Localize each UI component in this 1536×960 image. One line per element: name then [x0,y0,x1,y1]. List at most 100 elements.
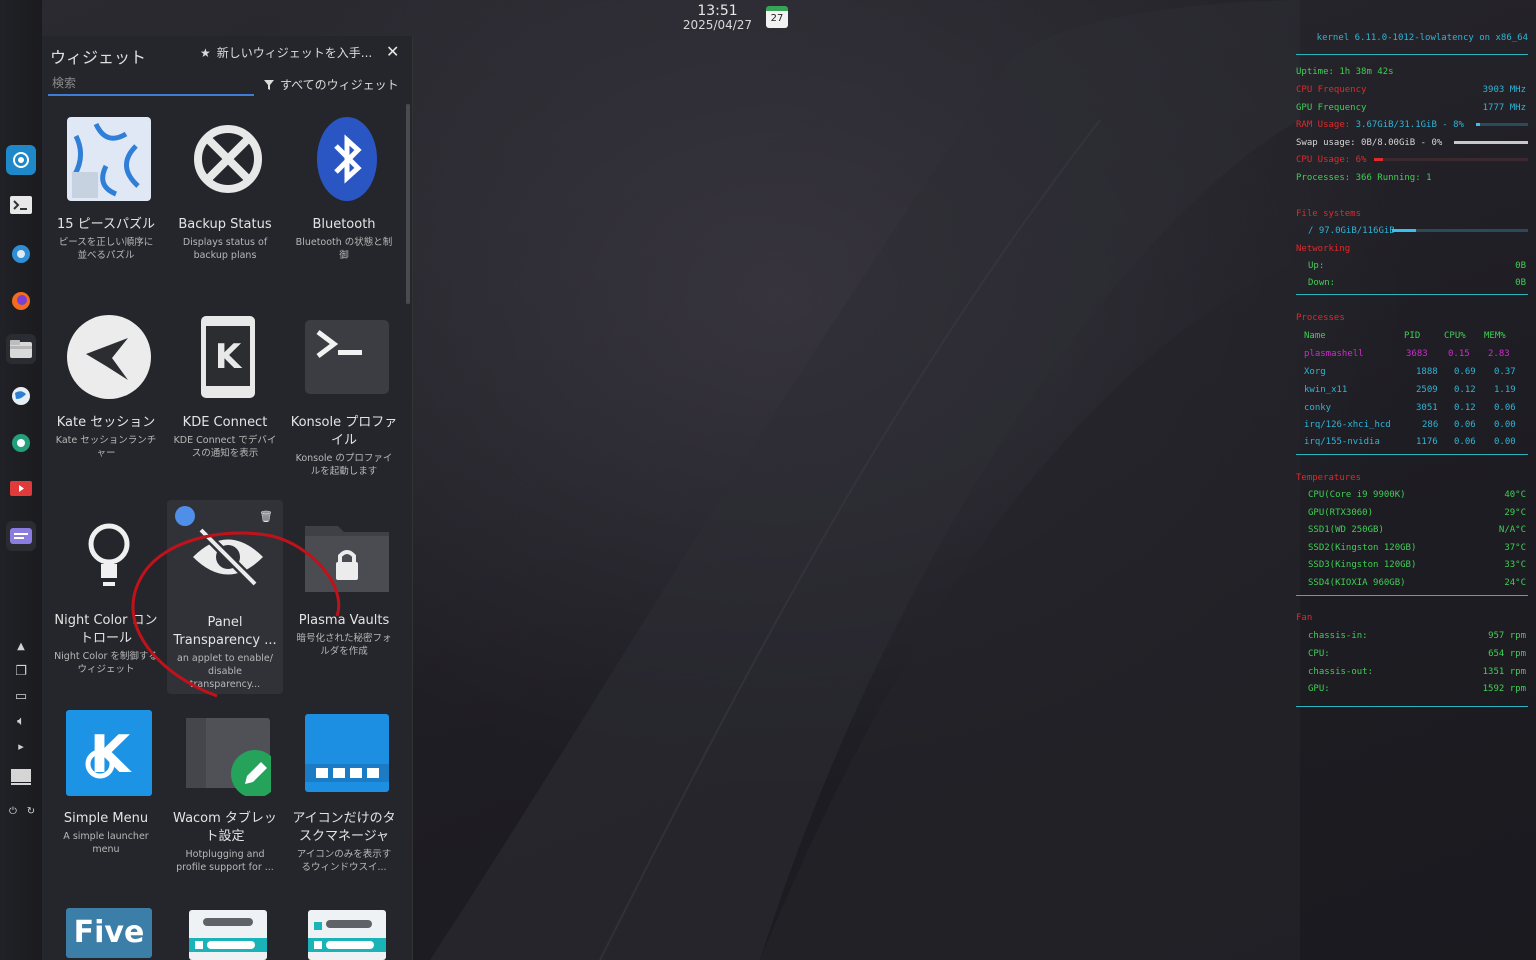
widget-name: アイコンだけのタスクマネージャ [292,811,396,844]
widget-name: Kate セッション [56,415,156,430]
temp-row: SSD4(KIOXIA 960GB) 24°C [1308,577,1528,589]
proc-row: Xorg 1888 0.69 0.37 [1304,366,1528,378]
fan-label: CPU: [1308,649,1330,659]
filesystems-header: File systems [1296,209,1362,219]
star-icon: ★ [200,45,211,60]
net-up-label: Up: [1308,261,1325,271]
terminal-icon[interactable] [6,190,36,220]
proc-name: conky [1304,403,1332,413]
widget-name: KDE Connect [182,415,268,430]
proc-mem: 0.06 [1494,403,1516,413]
widget-tile[interactable]: K Simple Menu A simple launcher menu [48,700,164,890]
temperatures-header: Temperatures [1296,473,1362,483]
gpu-freq-value: 1777 MHz [1482,103,1526,113]
temp-row: CPU(Core i9 9900K) 40°C [1308,489,1528,501]
networking-header: Networking [1296,244,1351,254]
scrollbar[interactable] [406,104,410,304]
proc-col-pid: PID [1404,331,1421,341]
widget-tile[interactable]: Kate セッション Kate セッションランチャー [48,304,164,494]
widget-tile[interactable] [286,898,402,960]
filter-icon [264,79,274,90]
widget-tile[interactable]: 15 ピースパズル ピースを正しい順序に並べるパズル [48,106,164,296]
close-icon[interactable]: ✕ [386,42,399,61]
power-icon[interactable]: ⏻ [4,802,22,820]
refresh-icon[interactable]: ↻ [22,802,40,820]
proc-cpu: 0.12 [1454,385,1476,395]
widget-desc: Kate セッションランチャー [55,435,157,459]
filter-button[interactable]: すべてのウィジェット [264,76,399,93]
widget-desc: KDE Connect でデバイスの通知を表示 [173,435,277,459]
taskmanager-icon [304,710,390,796]
widget-tile[interactable]: Five [48,898,164,960]
display-icon[interactable]: ▭ [12,687,30,705]
temp-label: SSD3(Kingston 120GB) [1308,560,1417,570]
uptime-value: 1h 38m 42s [1339,67,1394,77]
proc-header-row: Name PID CPU% MEM% [1304,330,1528,342]
calendar-icon[interactable]: 27 [766,6,788,28]
desktop-icon[interactable] [10,768,32,786]
media-player-icon[interactable] [6,475,36,505]
explorer-title: ウィジェット [50,48,147,67]
file-manager-icon[interactable] [6,334,36,364]
widget-tile[interactable]: アイコンだけのタスクマネージャ アイコンのみを表示するウィンドウスイ... [286,700,402,890]
widget-tile[interactable]: Backup Status Displays status of backup … [167,106,283,296]
proc-cpu: 0.06 [1454,420,1476,430]
widget-tile[interactable]: Wacom タブレット設定 Hotplugging and profile su… [167,700,283,890]
panel-icon [185,908,271,960]
gpu-freq-row: GPU Frequency 1777 MHz [1296,102,1528,114]
processes-label: Processes: [1296,173,1351,183]
proc-mem: 1.19 [1494,385,1516,395]
widget-tile[interactable]: K KDE Connect KDE Connect でデバイスの通知を表示 [167,304,283,494]
app-launcher-icon[interactable] [6,145,36,175]
divider [1296,54,1528,55]
bluetooth-icon [304,116,390,202]
volume-icon[interactable]: 🔈︎ [12,712,30,730]
expand-tray-icon[interactable]: ▸ [12,737,30,755]
net-down-value: 0B [1515,278,1526,288]
temp-row: SSD3(Kingston 120GB) 33°C [1308,559,1528,571]
proc-name: kwin_x11 [1304,385,1348,395]
discover-icon[interactable] [6,428,36,458]
widget-tile[interactable]: Bluetooth Bluetooth の状態と制御 [286,106,402,296]
processes-value: 366 [1355,173,1372,183]
temp-row: SSD2(Kingston 120GB) 37°C [1308,542,1528,554]
swap-label: Swap usage: [1296,138,1356,148]
proc-row: irq/155-nvidia 1176 0.06 0.00 [1304,436,1528,448]
system-settings-icon[interactable] [6,239,36,269]
temp-value: N/A°C [1498,525,1526,535]
proc-col-name: Name [1304,331,1326,341]
widget-tile[interactable]: Konsole プロファイル Konsole のプロファイルを起動します [286,304,402,494]
cpu-freq-label: CPU Frequency [1296,85,1367,95]
cpu-freq-value: 3903 MHz [1482,85,1526,95]
proc-mem: 0.00 [1494,437,1516,447]
backup-icon [185,116,271,202]
fan-row: CPU: 654 rpm [1308,648,1528,660]
widget-desc: Konsole のプロファイルを起動します [295,453,393,477]
browser-icon[interactable] [6,381,36,411]
proc-col-cpu: CPU% [1444,331,1466,341]
proc-name: plasmashell [1304,349,1364,359]
widget-desc: ピースを正しい順序に並べるパズル [58,237,154,261]
firefox-icon[interactable] [6,286,36,316]
cpu-usage-value: 6% [1355,155,1367,165]
widget-name: Backup Status [178,217,272,232]
widget-name: Konsole プロファイル [290,415,398,448]
proc-col-mem: MEM% [1484,331,1506,341]
widget-desc: A simple launcher menu [63,831,149,855]
widget-tile[interactable] [167,898,283,960]
chat-app-icon[interactable] [6,521,36,551]
widget-name: Simple Menu [63,811,149,826]
widget-desc: Displays status of backup plans [182,237,268,261]
svg-text:K: K [215,337,243,377]
clipboard-icon[interactable]: ❐ [12,662,30,680]
proc-name: irq/155-nvidia [1304,437,1380,447]
clock-date: 2025/04/27 [682,18,753,32]
notification-icon[interactable]: ▲ [12,637,30,655]
proc-row: kwin_x11 2509 0.12 1.19 [1304,384,1528,396]
kate-icon [66,314,152,400]
search-input[interactable] [48,72,254,96]
digital-clock[interactable]: 13:51 2025/04/27 [670,4,765,32]
fan-value: 1592 rpm [1482,684,1526,694]
get-new-label: 新しいウィジェットを入手... [216,46,373,60]
get-new-widgets-button[interactable]: ★ 新しいウィジェットを入手... [200,44,372,61]
